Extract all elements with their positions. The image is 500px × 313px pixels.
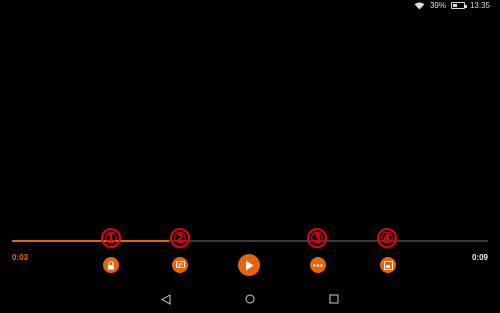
play-button[interactable] — [238, 254, 260, 276]
wifi-icon — [414, 2, 425, 10]
seek-bar[interactable] — [12, 240, 488, 242]
back-button[interactable] — [159, 292, 173, 306]
annotation-badge-2: ② — [170, 228, 190, 248]
lock-icon — [108, 260, 114, 269]
seek-progress — [12, 240, 170, 242]
recents-button[interactable] — [327, 292, 341, 306]
status-indicators: 39% 13:35 — [414, 1, 490, 10]
aspect-ratio-icon — [383, 260, 393, 270]
annotation-badge-4: ④ — [377, 228, 397, 248]
status-time: 13:35 — [469, 1, 490, 10]
subtitles-icon — [175, 261, 185, 268]
navigation-bar — [0, 285, 500, 313]
aspect-ratio-button[interactable] — [380, 257, 396, 273]
annotation-badge-3: ③ — [307, 228, 327, 248]
status-bar: 39% 13:35 — [0, 0, 500, 14]
home-icon — [245, 294, 255, 304]
lock-button[interactable] — [103, 257, 119, 273]
battery-fill — [452, 4, 457, 7]
more-options-icon — [313, 263, 323, 267]
more-options-button[interactable] — [310, 257, 326, 273]
play-icon — [246, 260, 254, 270]
battery-percent: 39% — [429, 1, 446, 10]
annotation-badge-1: ① — [101, 228, 121, 248]
back-icon — [161, 293, 171, 305]
elapsed-time: 0:03 — [12, 253, 29, 262]
home-button[interactable] — [243, 292, 257, 306]
total-time: 0:09 — [471, 253, 488, 262]
recents-icon — [329, 294, 339, 304]
subtitles-button[interactable] — [172, 257, 188, 273]
battery-icon — [450, 2, 467, 9]
